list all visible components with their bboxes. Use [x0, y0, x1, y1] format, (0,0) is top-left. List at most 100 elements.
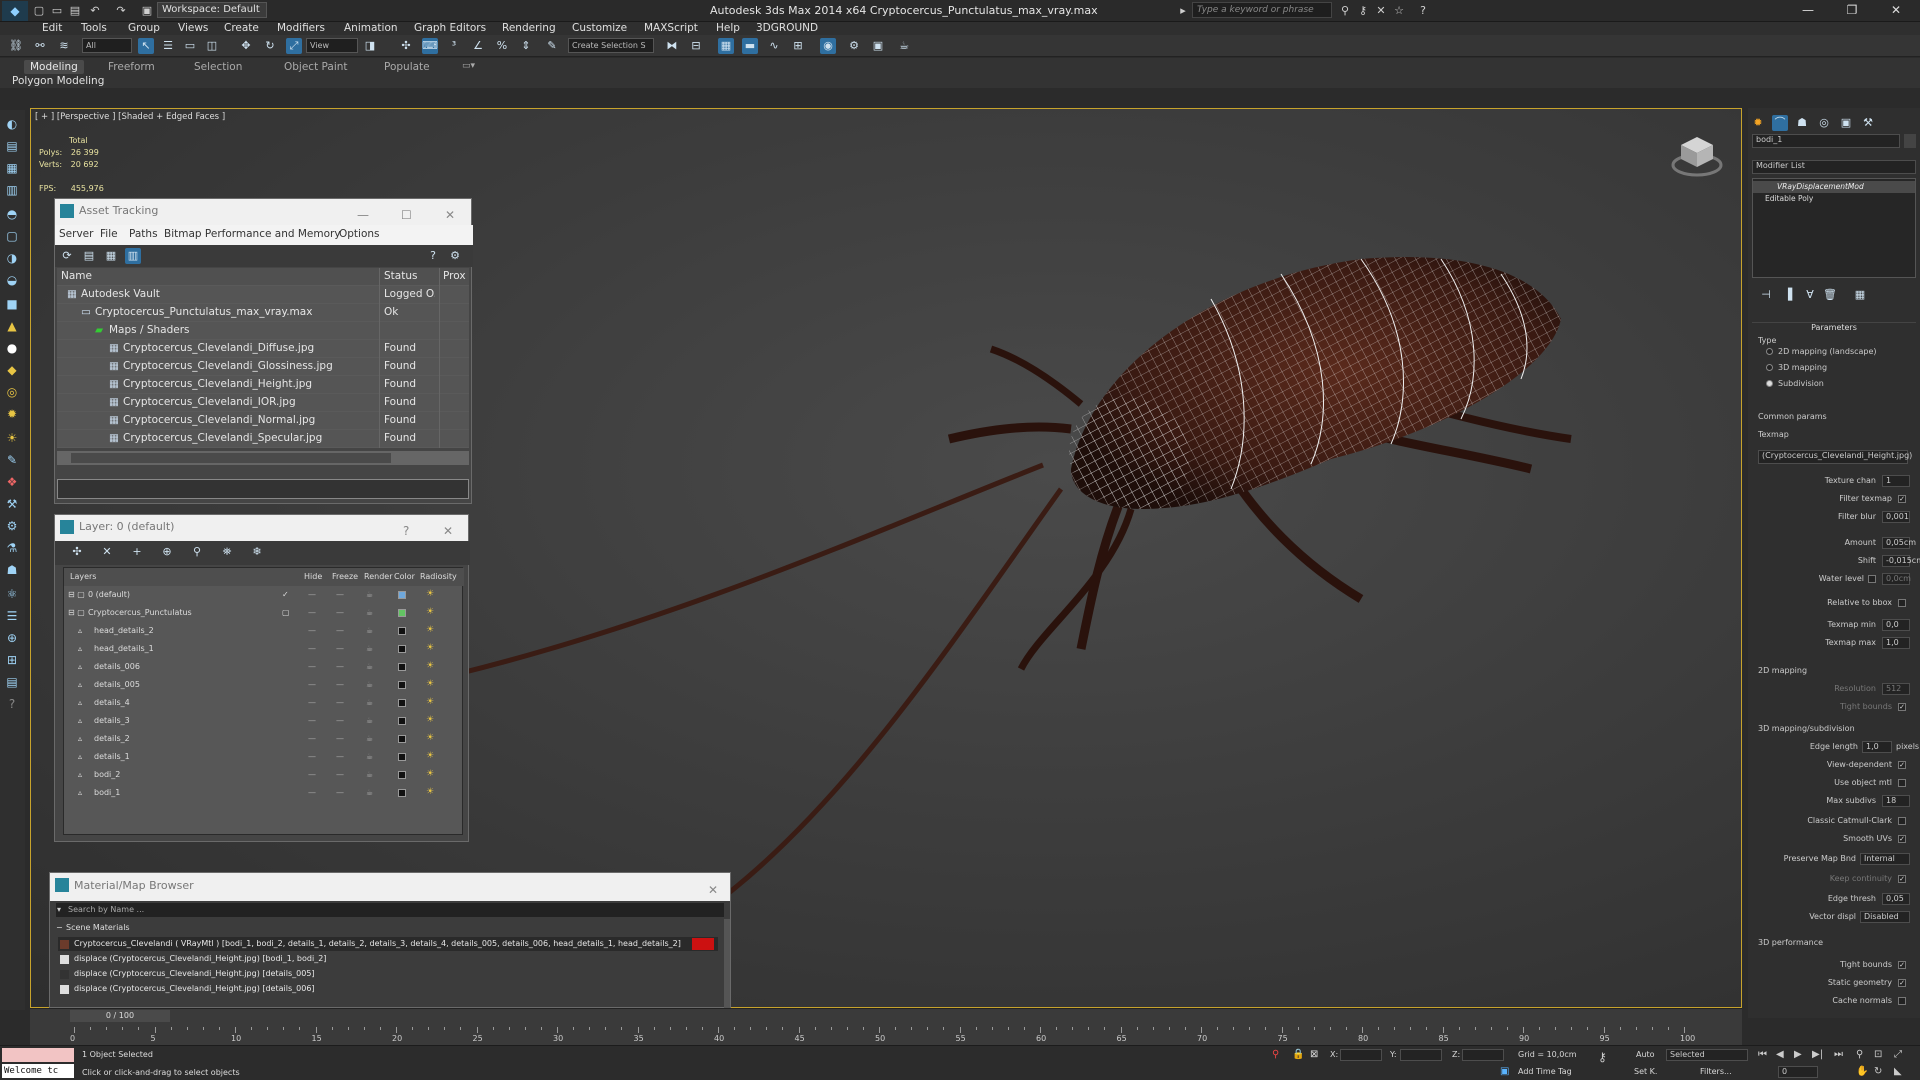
layer-titlebar[interactable]: Layer: 0 (default) ? ✕ — [55, 515, 468, 541]
helpers-icon[interactable]: ▢ — [4, 228, 20, 244]
menu-3dground[interactable]: 3DGROUND — [756, 22, 818, 34]
menu-edit[interactable]: Edit — [42, 22, 62, 34]
modify-tab-icon[interactable]: ⌒ — [1772, 115, 1788, 131]
zoom-icon[interactable]: ⚲ — [1856, 1049, 1863, 1060]
cone-icon[interactable]: ▲ — [4, 318, 20, 334]
set-key-button[interactable]: Set K. — [1634, 1067, 1657, 1076]
scene-materials-group[interactable]: − Scene Materials — [56, 923, 724, 935]
nurbs-icon[interactable]: ⚗ — [4, 540, 20, 556]
menu-help[interactable]: Help — [716, 22, 740, 34]
layer-row[interactable]: ▵ bodi_2 — — ☕ ☀ — [64, 766, 464, 784]
menu-views[interactable]: Views — [178, 22, 208, 34]
hide-toggle[interactable]: — — [308, 604, 316, 622]
menu-animation[interactable]: Animation — [344, 22, 398, 34]
layer-expand-icon[interactable]: ⊟ ▢ — [68, 586, 85, 604]
hide-toggle[interactable]: — — [308, 748, 316, 766]
save-icon[interactable]: ▤ — [68, 4, 82, 18]
radiosity-icon[interactable]: ☀ — [426, 679, 436, 689]
hide-toggle[interactable]: — — [308, 640, 316, 658]
compound-icon[interactable]: ⚙ — [4, 518, 20, 534]
object-icon[interactable]: ▵ — [78, 676, 82, 694]
table-row[interactable]: ▦ Cryptocercus_Clevelandi_IOR.jpg Found — [57, 394, 469, 412]
radio-2d-mapping[interactable] — [1766, 348, 1773, 355]
rotate-icon[interactable]: ↻ — [262, 38, 278, 54]
material-list-item[interactable]: displace (Cryptocercus_Clevelandi_Height… — [58, 952, 718, 966]
render-toggle[interactable]: ☕ — [366, 586, 373, 604]
tab-populate[interactable]: Populate — [378, 60, 436, 74]
box-icon[interactable]: ■ — [4, 296, 20, 312]
freeze-toggle[interactable]: — — [336, 622, 344, 640]
freeze-toggle[interactable]: — — [336, 748, 344, 766]
angle-snap-icon[interactable]: ∠ — [470, 38, 486, 54]
layer-color-swatch[interactable] — [398, 699, 406, 707]
curve-editor-icon[interactable]: ∿ — [766, 38, 782, 54]
maxscript-mini-input[interactable]: Welcome tc — [2, 1064, 74, 1078]
spacewarp-icon[interactable]: ◑ — [4, 250, 20, 266]
active-layer-check-icon[interactable]: ✓ — [282, 586, 289, 604]
render-toggle[interactable]: ☕ — [366, 730, 373, 748]
freeze-toggle[interactable]: — — [336, 784, 344, 802]
auto-key-button[interactable]: Auto — [1636, 1050, 1655, 1059]
hierarchy-tab-icon[interactable]: ☗ — [1794, 115, 1810, 131]
material-browser-titlebar[interactable]: Material/Map Browser ✕ — [50, 873, 730, 901]
layer-row[interactable]: ▵ details_006 — — ☕ ☀ — [64, 658, 464, 676]
timeline[interactable]: 0 / 100 0 5 10 15 20 25 30 35 40 45 50 55 60 65 70 75 80… — [30, 1008, 1742, 1048]
minimize-icon[interactable]: — — [357, 203, 369, 227]
spinner-snap-icon[interactable]: ⇕ — [518, 38, 534, 54]
scale-icon[interactable]: ⤢ — [286, 38, 302, 54]
sun-icon[interactable]: ☀ — [4, 430, 20, 446]
radiosity-icon[interactable]: ☀ — [426, 607, 436, 617]
systems-icon[interactable]: ◒ — [4, 272, 20, 288]
prev-frame-icon[interactable]: ◀ — [1776, 1049, 1784, 1060]
material-search-input[interactable]: ▾ Search by Name ... — [56, 903, 724, 917]
material-list-item[interactable]: displace (Cryptocercus_Clevelandi_Height… — [58, 967, 718, 981]
render-production-icon[interactable]: ☕ — [896, 38, 912, 54]
layer-color-swatch[interactable] — [398, 717, 406, 725]
texmap-button[interactable]: (Cryptocercus_Clevelandi_Height.jpg) — [1758, 450, 1912, 464]
rect-selection-icon[interactable]: ▭ — [182, 38, 198, 54]
radiosity-icon[interactable]: ☀ — [426, 625, 436, 635]
layer-row[interactable]: ▵ details_2 — — ☕ ☀ — [64, 730, 464, 748]
walkthrough-icon[interactable]: ⊕ — [4, 630, 20, 646]
shift-spinner[interactable]: -0,015cm — [1882, 555, 1920, 567]
new-file-icon[interactable]: ▢ — [32, 4, 46, 18]
render-toggle[interactable]: ☕ — [366, 766, 373, 784]
pin-stack-icon[interactable]: ⊣ — [1758, 287, 1774, 303]
max-subdivs-spinner[interactable]: 18 — [1882, 795, 1910, 807]
object-icon[interactable]: ▵ — [78, 748, 82, 766]
object-color-swatch[interactable] — [1904, 134, 1916, 148]
layer-color-swatch[interactable] — [398, 735, 406, 743]
freeze-toggle[interactable]: — — [336, 604, 344, 622]
tight-bounds-2-checkbox[interactable]: ✓ — [1898, 961, 1906, 969]
keep-continuity-checkbox[interactable]: ✓ — [1898, 875, 1906, 883]
asset-tracking-titlebar[interactable]: Asset Tracking — ☐ ✕ — [55, 199, 471, 225]
search-input[interactable]: Type a keyword or phrase — [1192, 2, 1332, 18]
close-icon[interactable]: ✕ — [1886, 3, 1906, 19]
close-icon[interactable]: ✕ — [708, 877, 718, 903]
edge-thresh-spinner[interactable]: 0,05 — [1882, 893, 1910, 905]
camera-icon[interactable]: ◓ — [4, 206, 20, 222]
selection-filter-dropdown[interactable]: All — [82, 38, 132, 53]
play-icon[interactable]: ▶ — [1794, 1049, 1802, 1060]
show-end-result-icon[interactable]: ▐ — [1780, 287, 1796, 303]
display-tab-icon[interactable]: ▣ — [1838, 115, 1854, 131]
render-toggle[interactable]: ☕ — [366, 640, 373, 658]
move-icon[interactable]: ✥ — [238, 38, 254, 54]
static-geometry-checkbox[interactable]: ✓ — [1898, 979, 1906, 987]
render-toggle[interactable]: ☕ — [366, 712, 373, 730]
filter-texmap-checkbox[interactable]: ✓ — [1898, 495, 1906, 503]
table-row[interactable]: ▦ Cryptocercus_Clevelandi_Diffuse.jpg Foun… — [57, 340, 469, 358]
render-toggle[interactable]: ☕ — [366, 676, 373, 694]
utilities-tab-icon[interactable]: ⚒ — [1860, 115, 1876, 131]
maximize-icon[interactable]: ☐ — [401, 203, 412, 227]
terrain-icon[interactable]: ☗ — [4, 562, 20, 578]
remove-modifier-icon[interactable]: 🗑 — [1822, 287, 1838, 303]
radiosity-icon[interactable]: ☀ — [426, 787, 436, 797]
material-list-item[interactable]: Cryptocercus_Clevelandi ( VRayMtl ) [bod… — [58, 937, 718, 951]
menu-server[interactable]: Server — [59, 228, 93, 240]
edge-length-spinner[interactable]: 1,0 — [1862, 741, 1892, 753]
menu-customize[interactable]: Customize — [572, 22, 627, 34]
menu-modifiers[interactable]: Modifiers — [277, 22, 325, 34]
water-level-spinner[interactable]: 0,0cm — [1882, 573, 1911, 585]
unlink-icon[interactable]: ⚯ — [32, 38, 48, 54]
